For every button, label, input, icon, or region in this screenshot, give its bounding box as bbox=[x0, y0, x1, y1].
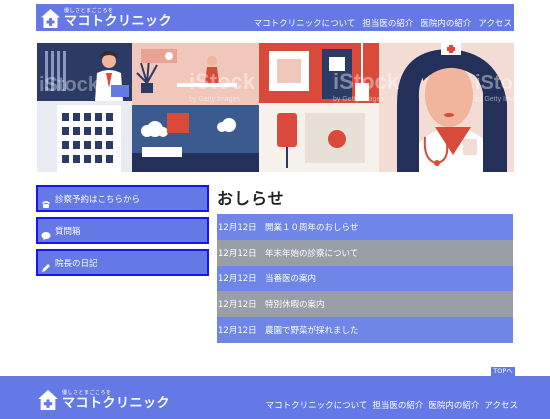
site-footer: 優しさとまごころを マコトクリニック マコトクリニックについて 担当医の紹介 医… bbox=[0, 376, 550, 419]
watermark-istock-1: iStock bbox=[39, 74, 100, 96]
news-item[interactable]: 12月12日 当番医の案内 bbox=[217, 265, 513, 292]
sidebar-item-questions[interactable]: 質問箱 bbox=[36, 217, 209, 244]
watermark-istock-2: iStock bbox=[189, 69, 256, 94]
news-date: 12月12日 bbox=[218, 326, 257, 337]
news-date: 12月12日 bbox=[218, 300, 257, 311]
news-heading: おしらせ bbox=[217, 189, 285, 208]
pencil-icon bbox=[41, 258, 51, 272]
header-nav: マコトクリニックについて 担当医の紹介 医院内の紹介 アクセス bbox=[254, 17, 512, 29]
sidebar-item-label: 診察予約はこちらから bbox=[55, 194, 141, 205]
nav-facility[interactable]: 医院内の紹介 bbox=[420, 17, 471, 29]
watermark-istock-4: iStock bbox=[475, 72, 514, 94]
footer-nav-doctors[interactable]: 担当医の紹介 bbox=[372, 399, 423, 411]
news-text: 年末年始の診察について bbox=[265, 248, 359, 259]
watermark-istock-3: iStock bbox=[333, 69, 400, 94]
back-to-top-link[interactable]: TOPへ bbox=[491, 367, 515, 376]
news-item[interactable]: 12月12日 特別休暇の案内 bbox=[217, 291, 513, 318]
news-item[interactable]: 12月12日 農園で野菜が採れました bbox=[217, 317, 513, 343]
watermark-getty-3: by Getty Images bbox=[333, 96, 384, 103]
footer-nav-access[interactable]: アクセス bbox=[484, 399, 518, 411]
news-text: 当番医の案内 bbox=[265, 274, 317, 285]
logo-clinic-name: マコトクリニック bbox=[64, 13, 173, 29]
news-item[interactable]: 12月12日 開業１０周年のおしらせ bbox=[217, 214, 513, 240]
sidebar-item-diary[interactable]: 院長の日記 bbox=[36, 249, 209, 276]
phone-icon bbox=[41, 194, 51, 208]
house-cross-icon bbox=[40, 8, 61, 29]
watermark-getty-2: by Getty Images bbox=[189, 96, 240, 103]
site-logo[interactable]: 優しさとまごころを マコトクリニック bbox=[40, 7, 172, 29]
news-list: 12月12日 開業１０周年のおしらせ 12月12日 年末年始の診察について 12… bbox=[217, 214, 513, 343]
nav-access[interactable]: アクセス bbox=[478, 17, 512, 29]
news-date: 12月12日 bbox=[218, 222, 257, 233]
logo-clinic-name: マコトクリニック bbox=[62, 395, 171, 411]
sidebar-item-reservation[interactable]: 診察予約はこちらから bbox=[36, 185, 209, 212]
footer-logo[interactable]: 優しさとまごころを マコトクリニック bbox=[37, 388, 170, 412]
news-date: 12月12日 bbox=[218, 248, 257, 259]
news-date: 12月12日 bbox=[218, 274, 257, 285]
sidebar-item-label: 院長の日記 bbox=[55, 258, 98, 269]
news-text: 農園で野菜が採れました bbox=[265, 326, 359, 337]
nav-doctors[interactable]: 担当医の紹介 bbox=[362, 17, 413, 29]
sidebar-item-label: 質問箱 bbox=[55, 226, 81, 237]
news-item[interactable]: 12月12日 年末年始の診察について bbox=[217, 239, 513, 266]
nav-about[interactable]: マコトクリニックについて bbox=[254, 17, 356, 29]
news-text: 開業１０周年のおしらせ bbox=[265, 222, 359, 233]
house-cross-icon bbox=[37, 389, 59, 411]
footer-nav-facility[interactable]: 医院内の紹介 bbox=[428, 399, 479, 411]
site-header: 優しさとまごころを マコトクリニック マコトクリニックについて 担当医の紹介 医… bbox=[36, 4, 514, 31]
chat-icon bbox=[41, 226, 51, 240]
footer-nav: マコトクリニックについて 担当医の紹介 医院内の紹介 アクセス bbox=[266, 399, 518, 411]
news-text: 特別休暇の案内 bbox=[265, 300, 325, 311]
watermark-getty-4: by Getty Images bbox=[475, 96, 514, 103]
footer-nav-about[interactable]: マコトクリニックについて bbox=[266, 399, 368, 411]
hero-illustration: iStock iStock by Getty Images iStock by … bbox=[37, 43, 514, 172]
